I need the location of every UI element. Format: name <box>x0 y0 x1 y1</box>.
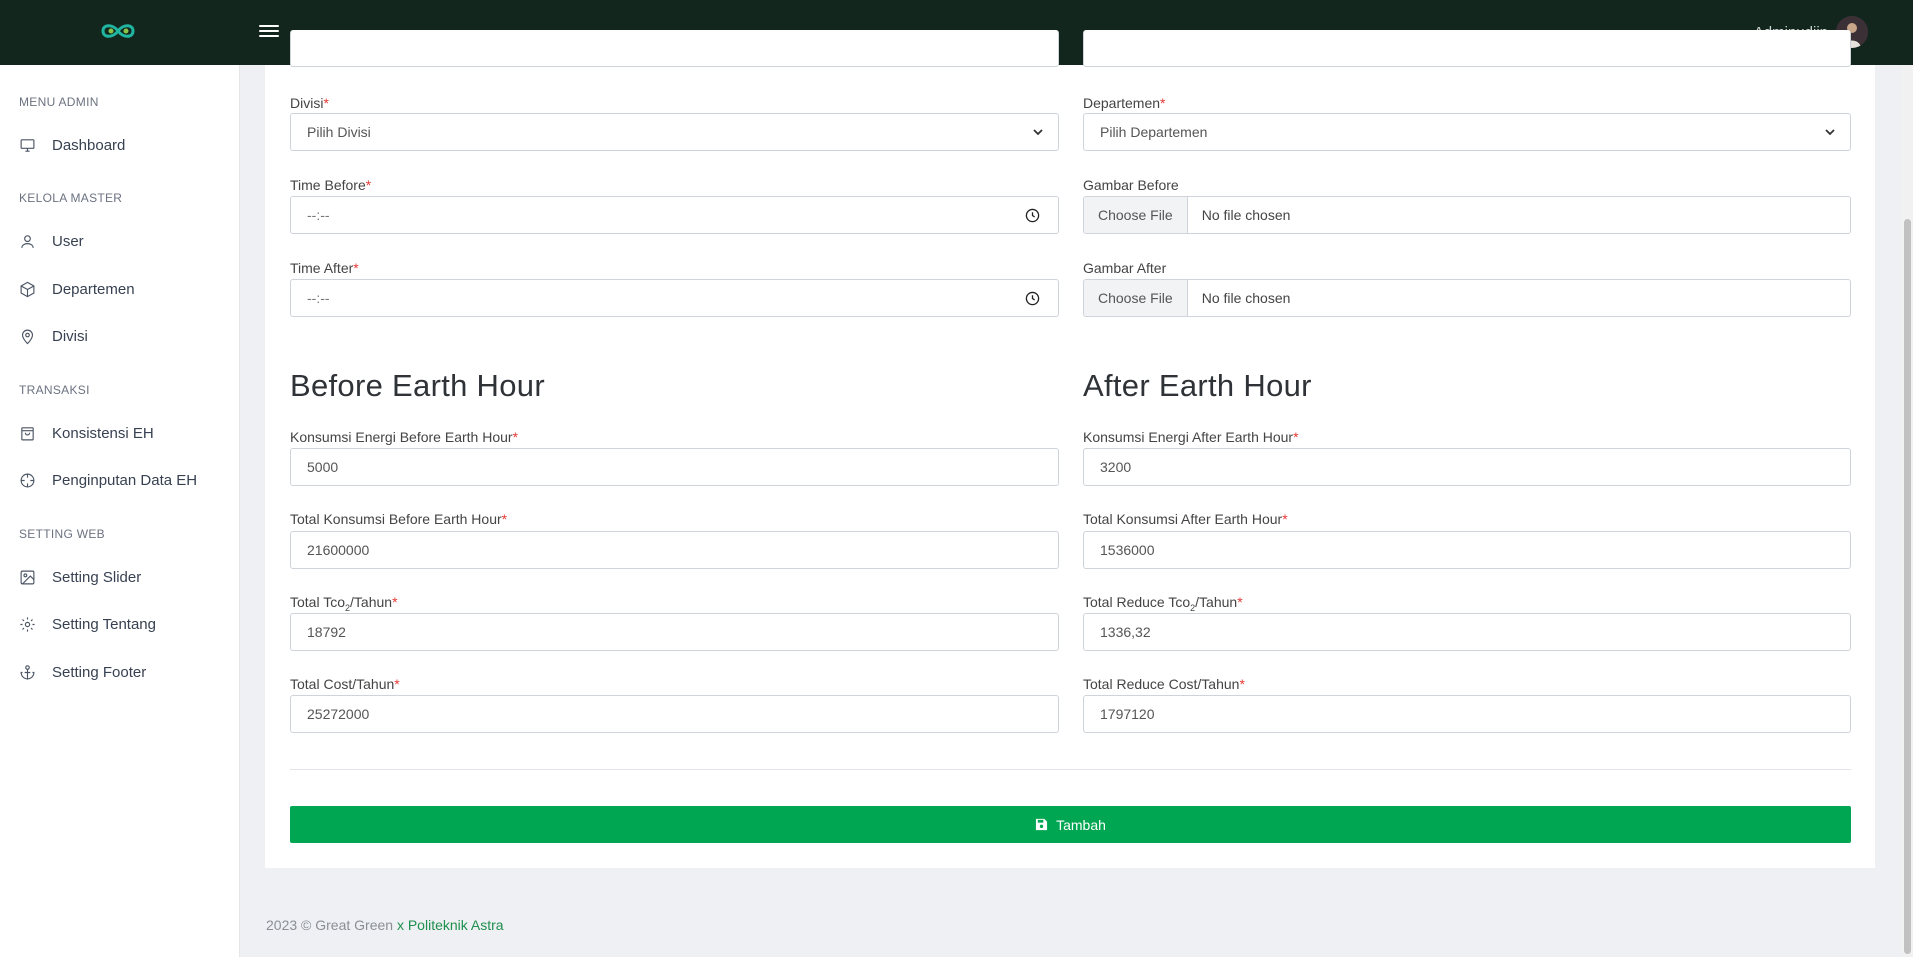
after-earth-hour-title: After Earth Hour <box>1083 368 1312 403</box>
save-icon <box>1036 818 1048 831</box>
footer-text: 2023 © Great Green <box>266 917 394 933</box>
tambah-button-label: Tambah <box>1056 816 1106 833</box>
total-reduce-cost-label: Total Reduce Cost/Tahun* <box>1083 676 1245 692</box>
image-icon <box>20 570 35 585</box>
total-konsumsi-before-input[interactable]: 21600000 <box>290 531 1059 569</box>
sidebar-item-dashboard[interactable]: Dashboard <box>19 137 125 154</box>
file-name: No file chosen <box>1201 290 1291 306</box>
user-icon <box>21 235 34 248</box>
sidebar-item-setting-tentang[interactable]: Setting Tentang <box>19 616 156 633</box>
gambar-after-file-input[interactable]: Choose File No file chosen <box>1083 279 1851 317</box>
sidebar-item-label: Divisi <box>52 328 88 345</box>
total-reduce-tco2-label: Total Reduce Tco2/Tahun* <box>1083 594 1243 613</box>
sidebar-item-penginputan-data-eh[interactable]: Penginputan Data EH <box>19 472 197 489</box>
departemen-label: Departemen* <box>1083 95 1166 111</box>
total-cost-input[interactable]: 25272000 <box>290 695 1059 733</box>
monitor-icon <box>20 139 35 152</box>
clock-icon[interactable] <box>1025 208 1040 223</box>
input-partial-right[interactable] <box>1083 30 1851 67</box>
total-reduce-cost-value: 1797120 <box>1100 706 1155 722</box>
gambar-after-label: Gambar After <box>1083 260 1167 276</box>
time-before-label: Time Before* <box>290 177 372 193</box>
section-kelola-master: KELOLA MASTER <box>19 191 123 205</box>
total-konsumsi-after-label: Total Konsumsi After Earth Hour* <box>1083 511 1288 527</box>
choose-file-button[interactable]: Choose File <box>1084 280 1188 316</box>
konsumsi-after-value: 3200 <box>1100 459 1132 475</box>
konsumsi-before-input[interactable]: 5000 <box>290 448 1059 486</box>
map-pin-icon <box>21 329 34 345</box>
total-konsumsi-after-value: 1536000 <box>1100 542 1155 558</box>
time-before-input[interactable]: --:-- <box>290 196 1059 234</box>
total-konsumsi-before-value: 21600000 <box>307 542 370 558</box>
gambar-before-file-input[interactable]: Choose File No file chosen <box>1083 196 1851 234</box>
tambah-button[interactable]: Tambah <box>290 806 1851 843</box>
time-after-value: --:-- <box>307 290 330 306</box>
divisi-select-value: Pilih Divisi <box>307 124 371 140</box>
sidebar-item-label: Setting Slider <box>52 569 142 586</box>
konsumsi-before-label: Konsumsi Energi Before Earth Hour* <box>290 429 519 445</box>
departemen-select-value: Pilih Departemen <box>1100 124 1208 140</box>
sidebar-item-label: Penginputan Data EH <box>52 472 198 489</box>
sidebar-item-label: Setting Tentang <box>52 616 156 633</box>
input-partial-left[interactable] <box>290 30 1059 67</box>
total-cost-label: Total Cost/Tahun* <box>290 676 400 692</box>
sidebar: MENU ADMIN Dashboard KELOLA MASTER User … <box>0 65 240 957</box>
section-setting-web: SETTING WEB <box>19 527 105 541</box>
anchor-icon <box>20 665 35 680</box>
section-transaksi: TRANSAKSI <box>19 383 90 397</box>
total-reduce-cost-input[interactable]: 1797120 <box>1083 695 1851 733</box>
hamburger-icon[interactable] <box>259 22 281 40</box>
total-konsumsi-after-input[interactable]: 1536000 <box>1083 531 1851 569</box>
total-reduce-tco2-input[interactable]: 1336,32 <box>1083 613 1851 651</box>
sidebar-item-label: Dashboard <box>52 137 126 154</box>
konsumsi-after-input[interactable]: 3200 <box>1083 448 1851 486</box>
total-cost-value: 25272000 <box>307 706 370 722</box>
chevron-down-icon <box>1033 129 1043 136</box>
time-after-label: Time After* <box>290 260 359 276</box>
clock-icon[interactable] <box>1025 291 1040 306</box>
chevron-down-icon <box>1825 129 1835 136</box>
konsumsi-before-value: 5000 <box>307 459 339 475</box>
box-icon <box>20 281 35 298</box>
choose-file-button[interactable]: Choose File <box>1084 197 1188 233</box>
footer-brand-link[interactable]: x Politeknik Astra <box>397 917 504 933</box>
page-scrollbar[interactable] <box>1902 65 1913 957</box>
sidebar-item-setting-slider[interactable]: Setting Slider <box>19 569 141 586</box>
konsumsi-after-label: Konsumsi Energi After Earth Hour* <box>1083 429 1299 445</box>
time-before-value: --:-- <box>307 207 330 223</box>
sidebar-item-konsistensi-eh[interactable]: Konsistensi EH <box>19 425 154 442</box>
logo-icon[interactable] <box>99 20 137 42</box>
divisi-select[interactable]: Pilih Divisi <box>290 113 1059 151</box>
file-name: No file chosen <box>1201 207 1291 223</box>
shopping-bag-icon <box>21 427 34 441</box>
form-divider <box>290 769 1851 770</box>
sidebar-item-divisi[interactable]: Divisi <box>19 328 88 345</box>
sidebar-item-label: Departemen <box>52 281 135 298</box>
gear-icon <box>20 617 35 632</box>
sidebar-item-label: Setting Footer <box>52 664 147 681</box>
sidebar-item-setting-footer[interactable]: Setting Footer <box>19 664 146 681</box>
sidebar-item-user[interactable]: User <box>19 233 84 250</box>
total-reduce-tco2-value: 1336,32 <box>1100 624 1151 640</box>
page-footer: 2023 © Great Green x Politeknik Astra <box>266 917 504 933</box>
gambar-before-label: Gambar Before <box>1083 177 1179 193</box>
departemen-select[interactable]: Pilih Departemen <box>1083 113 1851 151</box>
sidebar-item-label: User <box>52 233 84 250</box>
divisi-label: Divisi* <box>290 95 329 111</box>
total-tco2-value: 18792 <box>307 624 346 640</box>
total-konsumsi-before-label: Total Konsumsi Before Earth Hour* <box>290 511 508 527</box>
section-menu-admin: MENU ADMIN <box>19 95 99 109</box>
sidebar-item-label: Konsistensi EH <box>52 425 154 442</box>
total-tco2-label: Total Tco2/Tahun* <box>290 594 398 613</box>
crosshair-icon <box>20 473 35 488</box>
total-tco2-input[interactable]: 18792 <box>290 613 1059 651</box>
before-earth-hour-title: Before Earth Hour <box>290 368 545 403</box>
time-after-input[interactable]: --:-- <box>290 279 1059 317</box>
sidebar-item-departemen[interactable]: Departemen <box>19 281 135 298</box>
